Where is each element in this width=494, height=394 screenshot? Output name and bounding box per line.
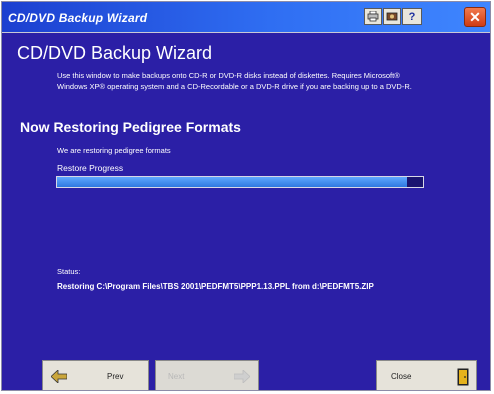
help-icon[interactable]: ? [402, 8, 422, 25]
intro-text: Use this window to make backups onto CD-… [57, 71, 412, 91]
progress-label: Restore Progress [57, 163, 124, 173]
close-window-button[interactable]: ✕ [464, 7, 486, 27]
wizard-window: CD/DVD Backup Wizard ? ✕ CD/DVD Backup W… [1, 1, 491, 391]
wizard-content: CD/DVD Backup Wizard Use this window to … [2, 33, 490, 390]
help-glyph: ? [408, 10, 416, 23]
prev-label: Prev [107, 372, 124, 381]
printer-icon[interactable] [364, 8, 382, 25]
window-title: CD/DVD Backup Wizard [8, 11, 148, 25]
tools-icon[interactable] [383, 8, 401, 25]
title-bar[interactable]: CD/DVD Backup Wizard ? ✕ [2, 2, 490, 33]
left-arrow-icon [50, 369, 68, 385]
section-title: Now Restoring Pedigree Formats [20, 119, 241, 135]
prev-button[interactable]: Prev [42, 360, 149, 390]
close-button[interactable]: Close [376, 360, 477, 390]
next-button[interactable]: Next [155, 360, 259, 390]
close-icon: ✕ [469, 8, 481, 25]
right-arrow-icon [233, 369, 251, 385]
door-exit-icon [457, 368, 469, 388]
status-label: Status: [57, 267, 81, 276]
status-text: Restoring C:\Program Files\TBS 2001\PEDF… [57, 282, 374, 291]
restore-progress-bar [56, 176, 424, 188]
next-label: Next [168, 372, 185, 381]
sub-status-text: We are restoring pedigree formats [57, 146, 171, 155]
close-label: Close [391, 372, 412, 381]
progress-fill [57, 177, 407, 187]
page-title: CD/DVD Backup Wizard [17, 43, 213, 63]
